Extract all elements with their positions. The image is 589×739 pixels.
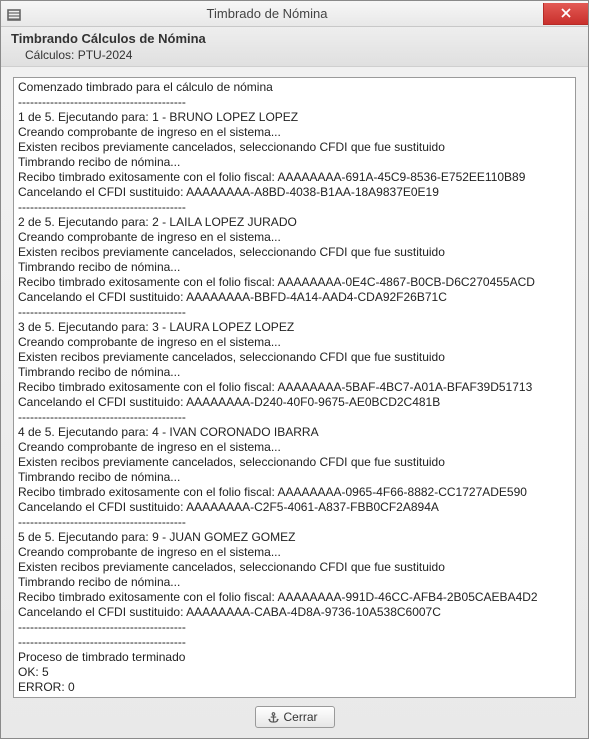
log-line: ----------------------------------------… — [18, 410, 571, 425]
body-area: Comenzado timbrado para el cálculo de nó… — [1, 67, 588, 738]
log-line: 1 de 5. Ejecutando para: 1 - BRUNO LOPEZ… — [18, 110, 571, 125]
log-line: 5 de 5. Ejecutando para: 9 - JUAN GOMEZ … — [18, 530, 571, 545]
log-line: Comenzado timbrado para el cálculo de nó… — [18, 80, 571, 95]
log-line: Existen recibos previamente cancelados, … — [18, 350, 571, 365]
log-line: Recibo timbrado exitosamente con el foli… — [18, 380, 571, 395]
log-line: Cancelando el CFDI sustituido: AAAAAAAA-… — [18, 290, 571, 305]
close-icon — [561, 7, 571, 20]
header-band: Timbrando Cálculos de Nómina Cálculos: P… — [1, 27, 588, 67]
log-line: Timbrando recibo de nómina... — [18, 470, 571, 485]
log-line: ----------------------------------------… — [18, 305, 571, 320]
log-line: Existen recibos previamente cancelados, … — [18, 140, 571, 155]
log-line: Creando comprobante de ingreso en el sis… — [18, 230, 571, 245]
log-line: Cancelando el CFDI sustituido: AAAAAAAA-… — [18, 185, 571, 200]
log-line: Timbrando recibo de nómina... — [18, 365, 571, 380]
log-line: Timbrando recibo de nómina... — [18, 575, 571, 590]
log-line: 2 de 5. Ejecutando para: 2 - LAILA LOPEZ… — [18, 215, 571, 230]
header-title: Timbrando Cálculos de Nómina — [11, 31, 580, 46]
log-line: Recibo timbrado exitosamente con el foli… — [18, 485, 571, 500]
log-line: 3 de 5. Ejecutando para: 3 - LAURA LOPEZ… — [18, 320, 571, 335]
log-line: Recibo timbrado exitosamente con el foli… — [18, 170, 571, 185]
log-line: Timbrando recibo de nómina... — [18, 155, 571, 170]
log-line: Creando comprobante de ingreso en el sis… — [18, 545, 571, 560]
close-button[interactable]: Cerrar — [255, 706, 335, 728]
window-title: Timbrado de Nómina — [0, 6, 543, 21]
log-line: ----------------------------------------… — [18, 620, 571, 635]
log-line: 4 de 5. Ejecutando para: 4 - IVAN CORONA… — [18, 425, 571, 440]
log-line: ----------------------------------------… — [18, 200, 571, 215]
log-line: ----------------------------------------… — [18, 635, 571, 650]
log-textarea[interactable]: Comenzado timbrado para el cálculo de nó… — [14, 78, 575, 697]
log-line: ----------------------------------------… — [18, 515, 571, 530]
window: Timbrado de Nómina Timbrando Cálculos de… — [0, 0, 589, 739]
log-line: Recibo timbrado exitosamente con el foli… — [18, 275, 571, 290]
log-line: Existen recibos previamente cancelados, … — [18, 245, 571, 260]
log-line: Cancelando el CFDI sustituido: AAAAAAAA-… — [18, 605, 571, 620]
window-close-button[interactable] — [543, 3, 588, 25]
log-line: Existen recibos previamente cancelados, … — [18, 560, 571, 575]
log-line: ----------------------------------------… — [18, 95, 571, 110]
log-line: Cancelando el CFDI sustituido: AAAAAAAA-… — [18, 500, 571, 515]
log-line: Timbrando recibo de nómina... — [18, 260, 571, 275]
close-button-label: Cerrar — [284, 710, 318, 724]
log-line: ERROR: 0 — [18, 680, 571, 695]
titlebar: Timbrado de Nómina — [1, 1, 588, 27]
log-line: Creando comprobante de ingreso en el sis… — [18, 440, 571, 455]
anchor-icon — [268, 712, 279, 723]
log-line: Proceso de timbrado terminado — [18, 650, 571, 665]
log-line: Creando comprobante de ingreso en el sis… — [18, 335, 571, 350]
header-subtitle: Cálculos: PTU-2024 — [11, 48, 580, 62]
log-line: Creando comprobante de ingreso en el sis… — [18, 125, 571, 140]
log-line: Recibo timbrado exitosamente con el foli… — [18, 590, 571, 605]
log-box-wrap: Comenzado timbrado para el cálculo de nó… — [13, 77, 576, 698]
log-line: Cancelando el CFDI sustituido: AAAAAAAA-… — [18, 395, 571, 410]
log-line: OK: 5 — [18, 665, 571, 680]
log-line: Existen recibos previamente cancelados, … — [18, 455, 571, 470]
button-row: Cerrar — [13, 698, 576, 730]
